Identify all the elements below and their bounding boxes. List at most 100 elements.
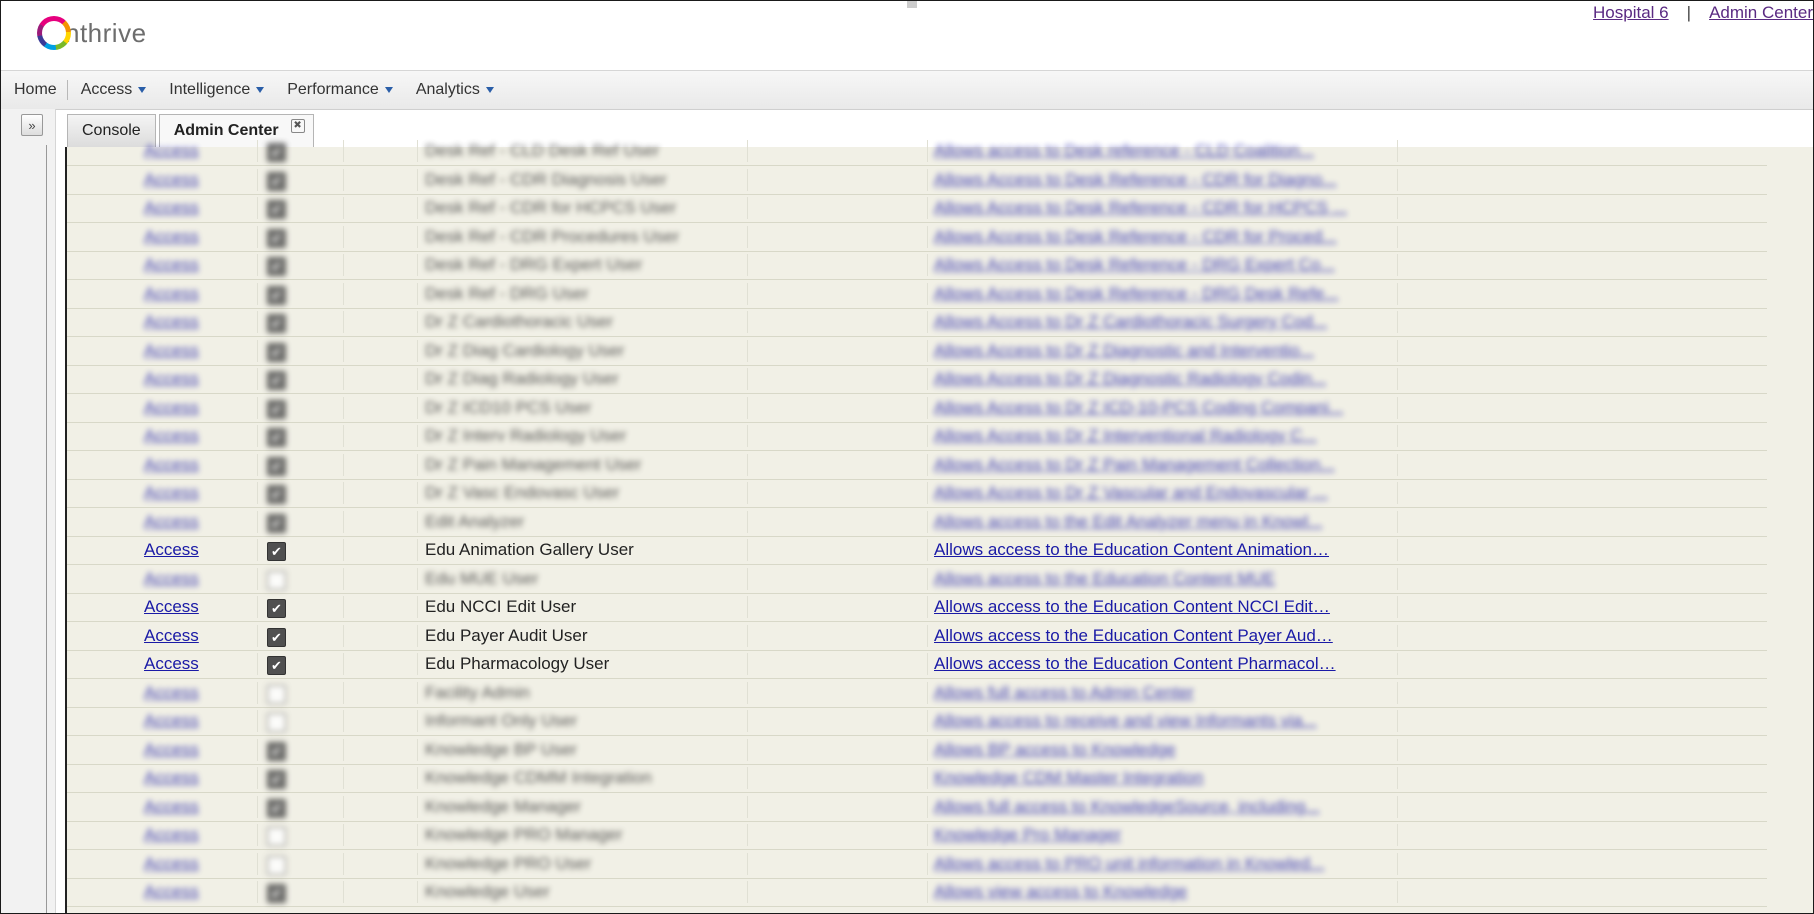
access-link[interactable]: Access xyxy=(144,596,199,618)
access-link[interactable]: Access xyxy=(144,311,199,333)
access-link[interactable]: Access xyxy=(144,682,199,704)
role-checkbox[interactable] xyxy=(267,713,286,732)
access-link[interactable]: Access xyxy=(144,767,199,789)
access-link[interactable]: Access xyxy=(144,254,199,276)
access-link[interactable]: Access xyxy=(144,824,199,846)
role-description-link[interactable]: Allows access to PRO unit information in… xyxy=(934,853,1324,875)
admin-center-link[interactable]: Admin Center xyxy=(1709,3,1813,23)
access-link[interactable]: Access xyxy=(144,568,199,590)
role-checkbox[interactable] xyxy=(267,884,286,903)
access-link[interactable]: Access xyxy=(144,625,199,647)
role-description-link[interactable]: Allows Access to Dr Z Cardiothoracic Sur… xyxy=(934,311,1327,333)
access-link[interactable]: Access xyxy=(144,140,199,162)
role-checkbox[interactable] xyxy=(267,770,286,789)
access-link[interactable]: Access xyxy=(144,710,199,732)
column-separator xyxy=(417,681,418,704)
column-separator xyxy=(417,624,418,647)
access-link[interactable]: Access xyxy=(144,482,199,504)
hospital-link[interactable]: Hospital 6 xyxy=(1593,3,1669,23)
expand-panel-button[interactable]: » xyxy=(21,114,43,136)
access-link[interactable]: Access xyxy=(144,425,199,447)
role-description-link[interactable]: Allows access to the Education Content A… xyxy=(934,539,1329,561)
access-link[interactable]: Access xyxy=(144,340,199,362)
role-description-link[interactable]: Allows Access to Dr Z Pain Management Co… xyxy=(934,454,1335,476)
role-description-link[interactable]: Allows access to the Education Content P… xyxy=(934,625,1333,647)
access-link[interactable]: Access xyxy=(144,511,199,533)
role-checkbox[interactable] xyxy=(267,599,286,618)
role-description-link[interactable]: Allows access to the Education Content N… xyxy=(934,596,1330,618)
role-checkbox[interactable] xyxy=(267,656,286,675)
role-description-link[interactable]: Knowledge CDM Master Integration xyxy=(934,767,1203,789)
drag-handle[interactable] xyxy=(907,1,917,8)
access-link[interactable]: Access xyxy=(144,283,199,305)
role-checkbox[interactable] xyxy=(267,314,286,333)
access-link[interactable]: Access xyxy=(144,226,199,248)
nav-access[interactable]: Access xyxy=(68,81,157,99)
role-description-link[interactable]: Allows full access to Admin Center xyxy=(934,682,1194,704)
access-link[interactable]: Access xyxy=(144,853,199,875)
role-checkbox[interactable] xyxy=(267,399,286,419)
role-description-link[interactable]: Allows BP access to Knowledge xyxy=(934,739,1176,761)
role-description-link[interactable]: Allows Access to Dr Z Vascular and Endov… xyxy=(934,482,1328,504)
access-link[interactable]: Access xyxy=(144,197,199,219)
role-checkbox[interactable] xyxy=(267,143,286,162)
column-separator xyxy=(1397,140,1398,162)
column-separator xyxy=(747,824,748,846)
role-checkbox[interactable] xyxy=(267,570,286,590)
role-checkbox[interactable] xyxy=(267,428,286,447)
access-link[interactable]: Access xyxy=(144,454,199,476)
access-link[interactable]: Access xyxy=(144,397,199,419)
role-checkbox[interactable] xyxy=(267,798,286,818)
role-checkbox[interactable] xyxy=(267,485,286,504)
role-description-link[interactable]: Allows full access to KnowledgeSource, i… xyxy=(934,796,1320,818)
role-description-link[interactable]: Allows Access to Dr Z Interventional Rad… xyxy=(934,425,1317,447)
access-link[interactable]: Access xyxy=(144,539,199,561)
role-checkbox[interactable] xyxy=(267,257,286,276)
role-checkbox[interactable] xyxy=(267,855,286,875)
role-description-link[interactable]: Allows Access to Dr Z ICD-10-PCS Coding … xyxy=(934,397,1343,419)
role-description-link[interactable]: Allows access to the Education Content M… xyxy=(934,568,1275,590)
role-checkbox[interactable] xyxy=(267,456,286,476)
role-description-link[interactable]: Allows access to the Education Content P… xyxy=(934,653,1336,675)
role-checkbox[interactable] xyxy=(267,200,286,219)
access-link[interactable]: Access xyxy=(144,368,199,390)
role-checkbox[interactable] xyxy=(267,171,286,191)
role-description-link[interactable]: Allows Access to Desk Reference - CDR fo… xyxy=(934,197,1347,219)
role-description-link[interactable]: Allows Access to Desk Reference - DRG Ex… xyxy=(934,254,1335,276)
role-checkbox[interactable] xyxy=(267,228,286,248)
table-row: Access Facility Admin Allows full access t… xyxy=(67,679,1767,708)
role-checkbox[interactable] xyxy=(267,542,286,561)
role-checkbox[interactable] xyxy=(267,827,286,846)
role-checkbox[interactable] xyxy=(267,627,286,647)
role-description-link[interactable]: Allows access to the Edit Analyzer menu … xyxy=(934,511,1322,533)
column-separator xyxy=(747,225,748,248)
close-tab-icon[interactable]: ✖ xyxy=(290,119,305,133)
role-description-link[interactable]: Allows view access to Knowledge xyxy=(934,881,1187,903)
nav-intelligence[interactable]: Intelligence xyxy=(156,81,274,99)
role-description-link[interactable]: Allows access to receive and view Inform… xyxy=(934,710,1317,732)
role-description-link[interactable]: Allows Access to Desk Reference - CDR fo… xyxy=(934,226,1336,248)
role-description-link[interactable]: Allows Access to Dr Z Diagnostic Radiolo… xyxy=(934,368,1326,390)
role-checkbox[interactable] xyxy=(267,684,286,704)
access-link[interactable]: Access xyxy=(144,881,199,903)
access-link[interactable]: Access xyxy=(144,796,199,818)
role-description-link[interactable]: Allows access to Desk reference - CLD Co… xyxy=(934,140,1314,162)
role-description-link[interactable]: Allows Access to Dr Z Diagnostic and Int… xyxy=(934,340,1314,362)
role-checkbox[interactable] xyxy=(267,371,286,390)
access-link[interactable]: Access xyxy=(144,653,199,675)
role-description-link[interactable]: Allows Access to Desk Reference - DRG De… xyxy=(934,283,1338,305)
access-link[interactable]: Access xyxy=(144,739,199,761)
role-checkbox[interactable] xyxy=(267,513,286,533)
role-description-link[interactable]: Knowledge Pro Manager xyxy=(934,824,1121,846)
column-separator xyxy=(417,738,418,761)
role-checkbox[interactable] xyxy=(267,342,286,362)
nav-performance[interactable]: Performance xyxy=(274,81,403,99)
nthrive-logo[interactable]: n nthrive xyxy=(37,13,147,53)
role-checkbox[interactable] xyxy=(267,285,286,305)
nav-analytics[interactable]: Analytics xyxy=(403,81,504,99)
role-checkbox[interactable] xyxy=(267,741,286,761)
role-description-link[interactable]: Allows Access to Desk Reference - CDR fo… xyxy=(934,169,1336,191)
access-link[interactable]: Access xyxy=(144,169,199,191)
column-separator xyxy=(343,368,344,390)
nav-home[interactable]: Home xyxy=(1,81,67,99)
